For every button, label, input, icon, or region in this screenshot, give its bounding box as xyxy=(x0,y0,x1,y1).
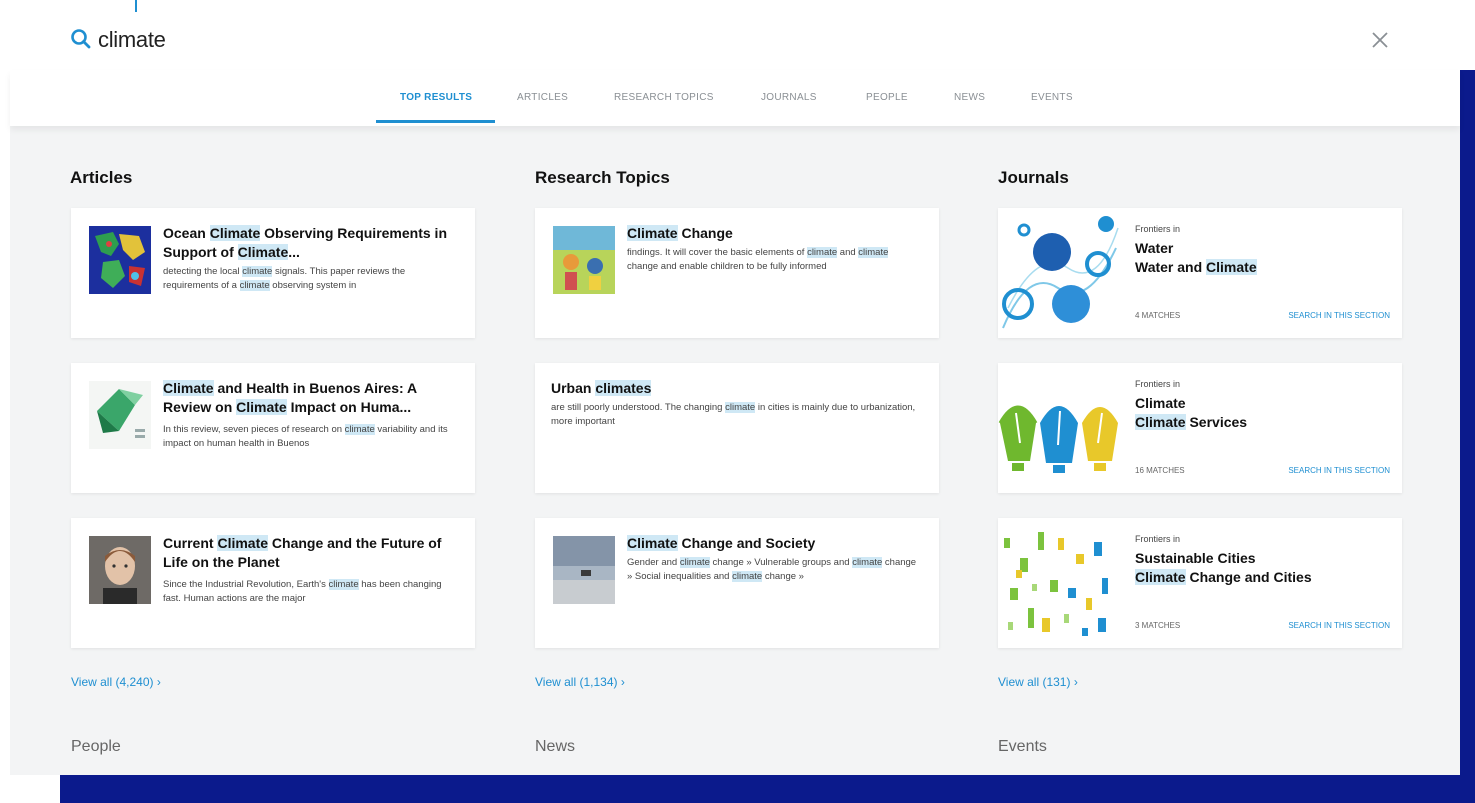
article-thumbnail xyxy=(89,226,151,294)
active-tab-indicator xyxy=(376,120,495,123)
people-section-title: People xyxy=(71,738,121,755)
tab-top-results[interactable]: TOP RESULTS xyxy=(400,92,472,103)
research-topic-title: Climate Change xyxy=(627,225,733,241)
article-title: Climate and Health in Buenos Aires: A Re… xyxy=(163,380,417,415)
journal-card[interactable]: Frontiers in Sustainable Cities Climate … xyxy=(998,518,1402,648)
top-accent-line xyxy=(135,0,137,12)
article-card[interactable]: Ocean Climate Observing Requirements in … xyxy=(71,208,475,338)
research-topic-title: Urban climates xyxy=(551,380,652,396)
news-section-title: News xyxy=(535,738,576,755)
research-topic-snippet: Gender and climate change » Vulnerable g… xyxy=(627,557,917,582)
tab-journals[interactable]: JOURNALS xyxy=(761,92,817,103)
article-thumbnail xyxy=(89,536,151,604)
search-icon xyxy=(71,29,91,49)
search-in-section-link[interactable]: SEARCH IN THIS SECTION xyxy=(1288,311,1390,320)
tab-research-topics[interactable]: RESEARCH TOPICS xyxy=(614,92,714,103)
journal-card[interactable]: Frontiers in Climate Climate Services 16… xyxy=(998,363,1402,493)
article-snippet: detecting the local climate signals. Thi… xyxy=(163,266,406,291)
search-bar: climate xyxy=(0,0,1475,70)
journals-section-title: Journals xyxy=(998,168,1069,187)
journal-prefix: Frontiers in xyxy=(1135,379,1181,389)
articles-section-title: Articles xyxy=(70,168,133,187)
events-section-title: Events xyxy=(998,738,1047,755)
journal-match-count: 16 MATCHES xyxy=(1135,466,1185,475)
journal-cover-image xyxy=(998,363,1120,493)
journal-match-count: 4 MATCHES xyxy=(1135,311,1181,320)
tab-events[interactable]: EVENTS xyxy=(1031,92,1073,103)
search-input[interactable]: climate xyxy=(98,27,166,53)
research-topic-card[interactable]: Climate Change and Society Gender and cl… xyxy=(535,518,939,648)
article-snippet: Since the Industrial Revolution, Earth's… xyxy=(163,579,442,604)
research-topic-card[interactable]: Climate Change findings. It will cover t… xyxy=(535,208,939,338)
research-topic-card[interactable]: Urban climates are still poorly understo… xyxy=(535,363,939,493)
article-card[interactable]: Current Climate Change and the Future of… xyxy=(71,518,475,648)
research-topic-thumbnail xyxy=(553,536,615,604)
tab-bar xyxy=(10,70,1460,126)
research-topic-title: Climate Change and Society xyxy=(627,535,816,551)
article-snippet: In this review, seven pieces of research… xyxy=(163,424,448,449)
journals-view-all-link[interactable]: View all (131) › xyxy=(998,675,1078,689)
journal-card[interactable]: Frontiers in Water Water and Climate 4 M… xyxy=(998,208,1402,338)
tab-people[interactable]: PEOPLE xyxy=(866,92,908,103)
article-thumbnail xyxy=(89,381,151,449)
tab-articles[interactable]: ARTICLES xyxy=(517,92,568,103)
journal-name: Climate Climate Services xyxy=(1135,395,1248,430)
journal-name: Sustainable Cities Climate Change and Ci… xyxy=(1135,550,1312,585)
journal-name: Water Water and Climate xyxy=(1135,240,1257,275)
research-topic-snippet: are still poorly understood. The changin… xyxy=(551,402,916,427)
article-card[interactable]: Climate and Health in Buenos Aires: A Re… xyxy=(71,363,475,493)
research-topics-section-title: Research Topics xyxy=(535,168,670,187)
articles-view-all-link[interactable]: View all (4,240) › xyxy=(71,675,161,689)
journal-prefix: Frontiers in xyxy=(1135,534,1181,544)
article-title: Ocean Climate Observing Requirements in … xyxy=(163,225,447,260)
tab-news[interactable]: NEWS xyxy=(954,92,985,103)
journal-match-count: 3 MATCHES xyxy=(1135,621,1181,630)
research-topic-thumbnail xyxy=(553,226,615,294)
research-topic-snippet: findings. It will cover the basic elemen… xyxy=(627,247,889,272)
search-in-section-link[interactable]: SEARCH IN THIS SECTION xyxy=(1288,466,1390,475)
journal-prefix: Frontiers in xyxy=(1135,224,1181,234)
journal-cover-image xyxy=(998,208,1120,338)
article-title: Current Climate Change and the Future of… xyxy=(163,535,442,570)
close-icon[interactable] xyxy=(1368,28,1392,52)
search-in-section-link[interactable]: SEARCH IN THIS SECTION xyxy=(1288,621,1390,630)
journal-cover-image xyxy=(998,518,1120,648)
research-topics-view-all-link[interactable]: View all (1,134) › xyxy=(535,675,625,689)
